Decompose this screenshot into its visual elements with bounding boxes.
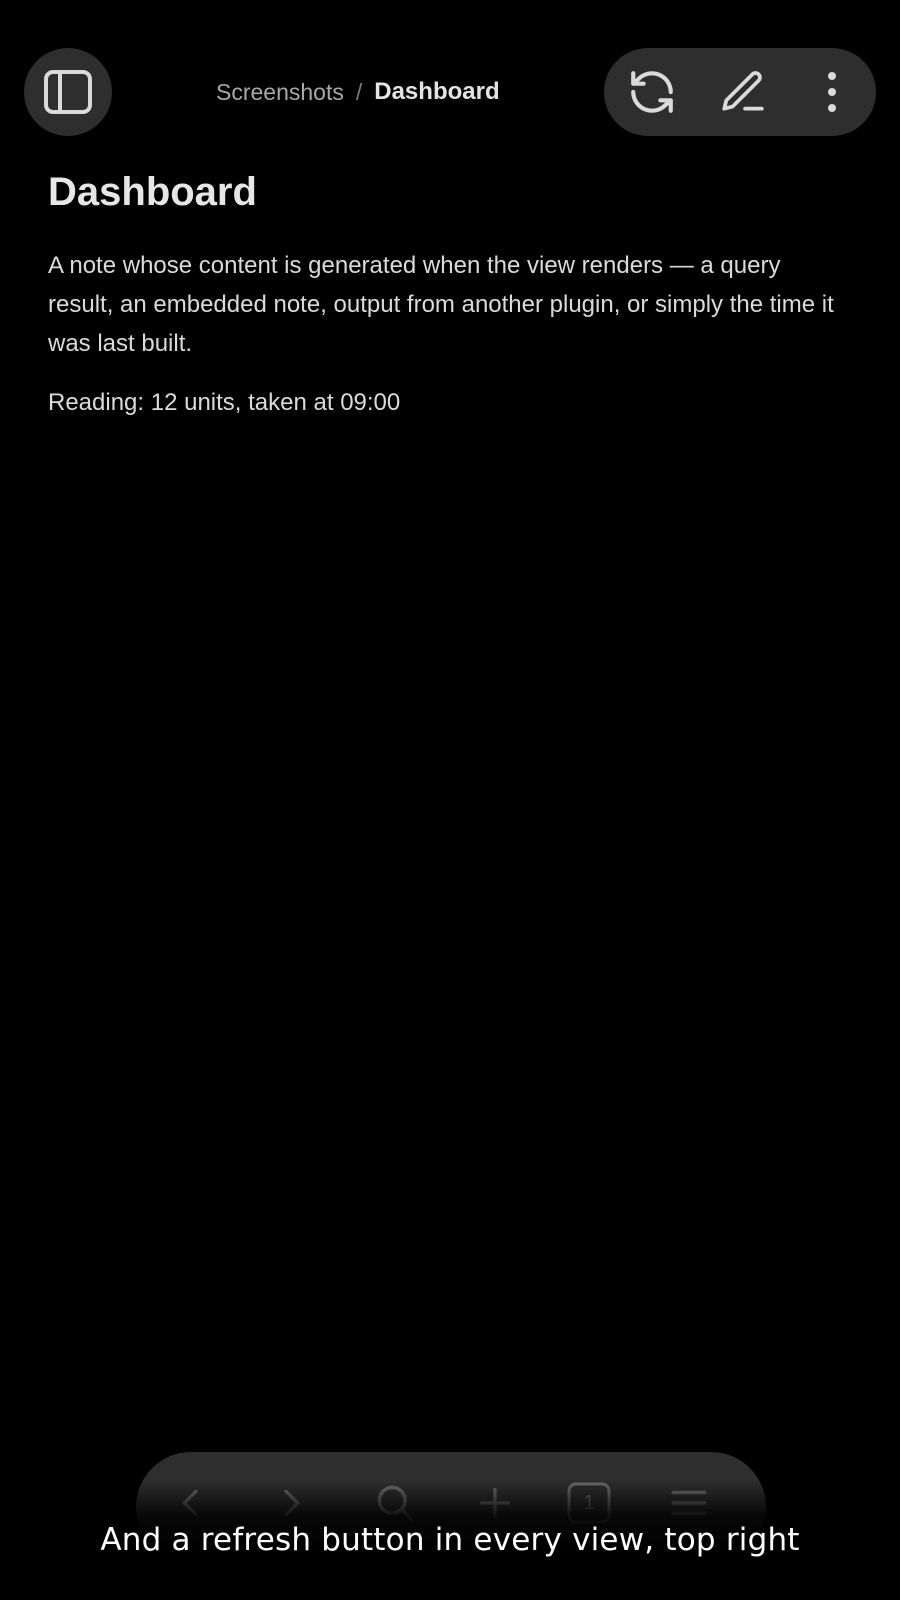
caption-text: And a refresh button in every view, top …: [100, 1522, 800, 1558]
refresh-button[interactable]: [620, 60, 684, 124]
sidebar-toggle-button[interactable]: [24, 48, 112, 136]
breadcrumb-separator: /: [355, 78, 363, 105]
note-content: Dashboard A note whose content is genera…: [48, 164, 848, 422]
view-actions: [604, 48, 876, 136]
more-options-button[interactable]: [800, 60, 864, 124]
pencil-icon: [722, 71, 764, 111]
refresh-icon: [631, 71, 673, 113]
reading-value: Reading: 12 units, taken at 09:00: [48, 389, 401, 416]
edit-button[interactable]: [711, 60, 775, 124]
breadcrumb-parent[interactable]: Screenshots: [216, 79, 344, 106]
breadcrumb-current[interactable]: Dashboard: [374, 78, 499, 106]
note-body: A note whose content is generated when t…: [48, 252, 834, 357]
sidebar-toggle-icon: [44, 70, 92, 114]
more-vertical-icon: [828, 72, 836, 112]
note-title: Dashboard: [48, 170, 257, 214]
breadcrumb: Screenshots / Dashboard: [216, 74, 500, 110]
